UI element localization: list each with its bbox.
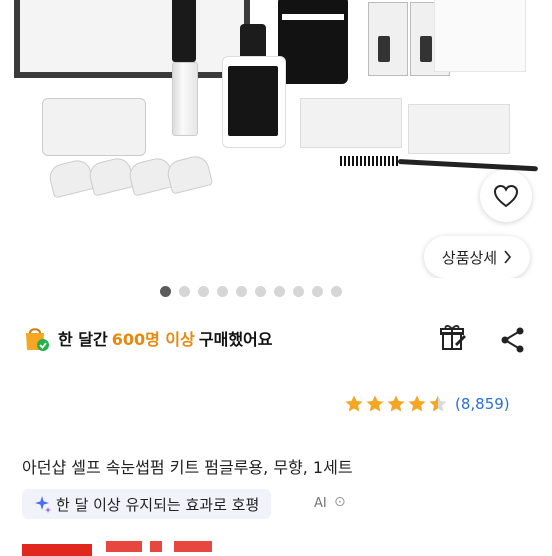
- star-full-icon: [345, 395, 363, 412]
- shopping-bag-check-icon: [26, 328, 49, 351]
- wishlist-button[interactable]: [480, 170, 532, 222]
- bottle-cap: [240, 24, 266, 58]
- carousel-dot[interactable]: [217, 286, 228, 297]
- glue-cap: [172, 0, 196, 62]
- share-icon: [501, 327, 524, 353]
- star-full-icon: [387, 395, 405, 412]
- gift-icon: [440, 325, 466, 350]
- instruction-card: [434, 0, 526, 72]
- ai-tag: AI: [314, 496, 327, 511]
- product-detail-button[interactable]: 상품상세: [424, 236, 530, 278]
- ai-summary-text: 한 달 이상 유지되는 효과로 호평: [56, 495, 260, 514]
- carousel-dot-active[interactable]: [160, 286, 171, 297]
- price-fragment: [174, 541, 212, 552]
- carousel-dot[interactable]: [293, 286, 304, 297]
- share-button[interactable]: [500, 326, 526, 358]
- star-full-icon: [366, 395, 384, 412]
- carousel-dot[interactable]: [198, 286, 209, 297]
- carousel-dot[interactable]: [274, 286, 285, 297]
- eye-patch: [408, 104, 510, 154]
- spoolie-handle: [397, 159, 538, 172]
- chevron-right-icon: [504, 250, 512, 264]
- ai-review-summary[interactable]: 한 달 이상 유지되는 효과로 호평: [22, 489, 272, 519]
- bottle-label: [228, 66, 278, 136]
- pad-tray: [42, 98, 146, 156]
- promo-highlight: 600명 이상: [111, 330, 195, 349]
- spoolie-brush: [340, 156, 400, 166]
- kit-box-lid: [20, 0, 244, 72]
- sachet-step1-label: [378, 36, 390, 62]
- silicone-pad: [46, 157, 96, 199]
- gift-button[interactable]: [440, 322, 466, 356]
- promo-prefix: 한 달간: [58, 330, 108, 349]
- product-rating[interactable]: (8,859): [344, 394, 510, 414]
- heart-icon: [493, 184, 519, 208]
- carousel-dot[interactable]: [331, 286, 342, 297]
- info-icon[interactable]: ⊙: [334, 494, 346, 510]
- glue-tube: [172, 62, 198, 136]
- silicone-pad: [86, 155, 136, 197]
- price-fragment: [150, 541, 162, 552]
- carousel-dot[interactable]: [255, 286, 266, 297]
- product-image-carousel[interactable]: 상품상세: [0, 0, 552, 278]
- sachet-step2-label: [420, 36, 432, 62]
- purchase-count-banner: 한 달간 600명 이상 구매했어요: [22, 324, 272, 352]
- carousel-dot[interactable]: [179, 286, 190, 297]
- product-detail-label: 상품상세: [441, 248, 498, 267]
- star-full-icon: [408, 395, 426, 412]
- jar-label: [282, 14, 344, 20]
- carousel-dot[interactable]: [236, 286, 247, 297]
- sparkle-icon: [35, 496, 51, 513]
- carousel-indicator: [160, 286, 342, 297]
- jar-product: [278, 0, 348, 84]
- discount-badge: [22, 544, 92, 556]
- price-fragment: [106, 541, 142, 552]
- promo-suffix: 구매했어요: [198, 330, 273, 349]
- product-title: 아던샵 셀프 속눈썹펌 키트 펌글루용, 무향, 1세트: [22, 458, 353, 477]
- eye-patch: [300, 98, 402, 148]
- carousel-dot[interactable]: [312, 286, 323, 297]
- review-count[interactable]: (8,859): [455, 395, 510, 413]
- star-half-icon: [429, 395, 447, 412]
- silicone-pad: [164, 153, 214, 195]
